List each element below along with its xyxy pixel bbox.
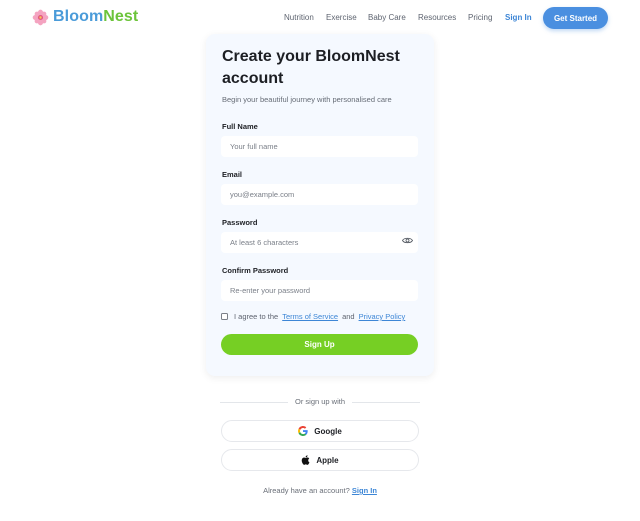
privacy-policy-link[interactable]: Privacy Policy xyxy=(359,312,406,321)
nav-link-pricing[interactable]: Pricing xyxy=(468,13,492,22)
google-icon xyxy=(298,426,308,436)
apple-label: Apple xyxy=(316,455,339,465)
terms-checkbox[interactable] xyxy=(221,313,228,320)
confirm-password-label: Confirm Password xyxy=(222,266,289,275)
divider-line-right xyxy=(352,402,420,403)
apple-icon xyxy=(302,455,310,465)
terms-of-service-link[interactable]: Terms of Service xyxy=(282,312,338,321)
nav-link-nutrition[interactable]: Nutrition xyxy=(284,13,314,22)
email-label: Email xyxy=(222,170,243,179)
sign-in-prompt: Already have an account? Sign In xyxy=(0,486,640,495)
page-subtitle: Begin your beautiful journey with person… xyxy=(222,95,392,104)
confirm-password-input[interactable] xyxy=(221,280,418,301)
signup-card: Create your BloomNest account Begin your… xyxy=(206,34,434,376)
get-started-button[interactable]: Get Started xyxy=(543,7,608,29)
password-input[interactable] xyxy=(221,232,418,253)
nav-link-resources[interactable]: Resources xyxy=(418,13,456,22)
email-input[interactable] xyxy=(221,184,418,205)
footer-sign-in-link[interactable]: Sign In xyxy=(352,486,377,495)
sign-up-button[interactable]: Sign Up xyxy=(221,334,418,355)
apple-signup-button[interactable]: Apple xyxy=(221,449,419,471)
full-name-label: Full Name xyxy=(222,122,258,131)
sign-in-prompt-text: Already have an account? xyxy=(263,486,350,495)
password-label: Password xyxy=(222,218,258,227)
divider-line-left xyxy=(220,402,288,403)
eye-icon[interactable] xyxy=(402,236,413,245)
nav-sign-in-link[interactable]: Sign In xyxy=(505,13,532,22)
social-divider-text: Or sign up with xyxy=(294,397,346,406)
google-signup-button[interactable]: Google xyxy=(221,420,419,442)
nav-link-exercise[interactable]: Exercise xyxy=(326,13,357,22)
terms-prefix: I agree to the xyxy=(234,312,279,321)
top-nav: BloomNest Nutrition Exercise Baby Care R… xyxy=(0,0,640,36)
terms-agreement: I agree to the Terms of Service and Priv… xyxy=(221,312,405,321)
nav-link-baby-care[interactable]: Baby Care xyxy=(368,13,406,22)
page-title: Create your BloomNest account xyxy=(222,48,400,87)
google-label: Google xyxy=(314,426,342,436)
full-name-input[interactable] xyxy=(221,136,418,157)
terms-and-text: and xyxy=(342,312,355,321)
